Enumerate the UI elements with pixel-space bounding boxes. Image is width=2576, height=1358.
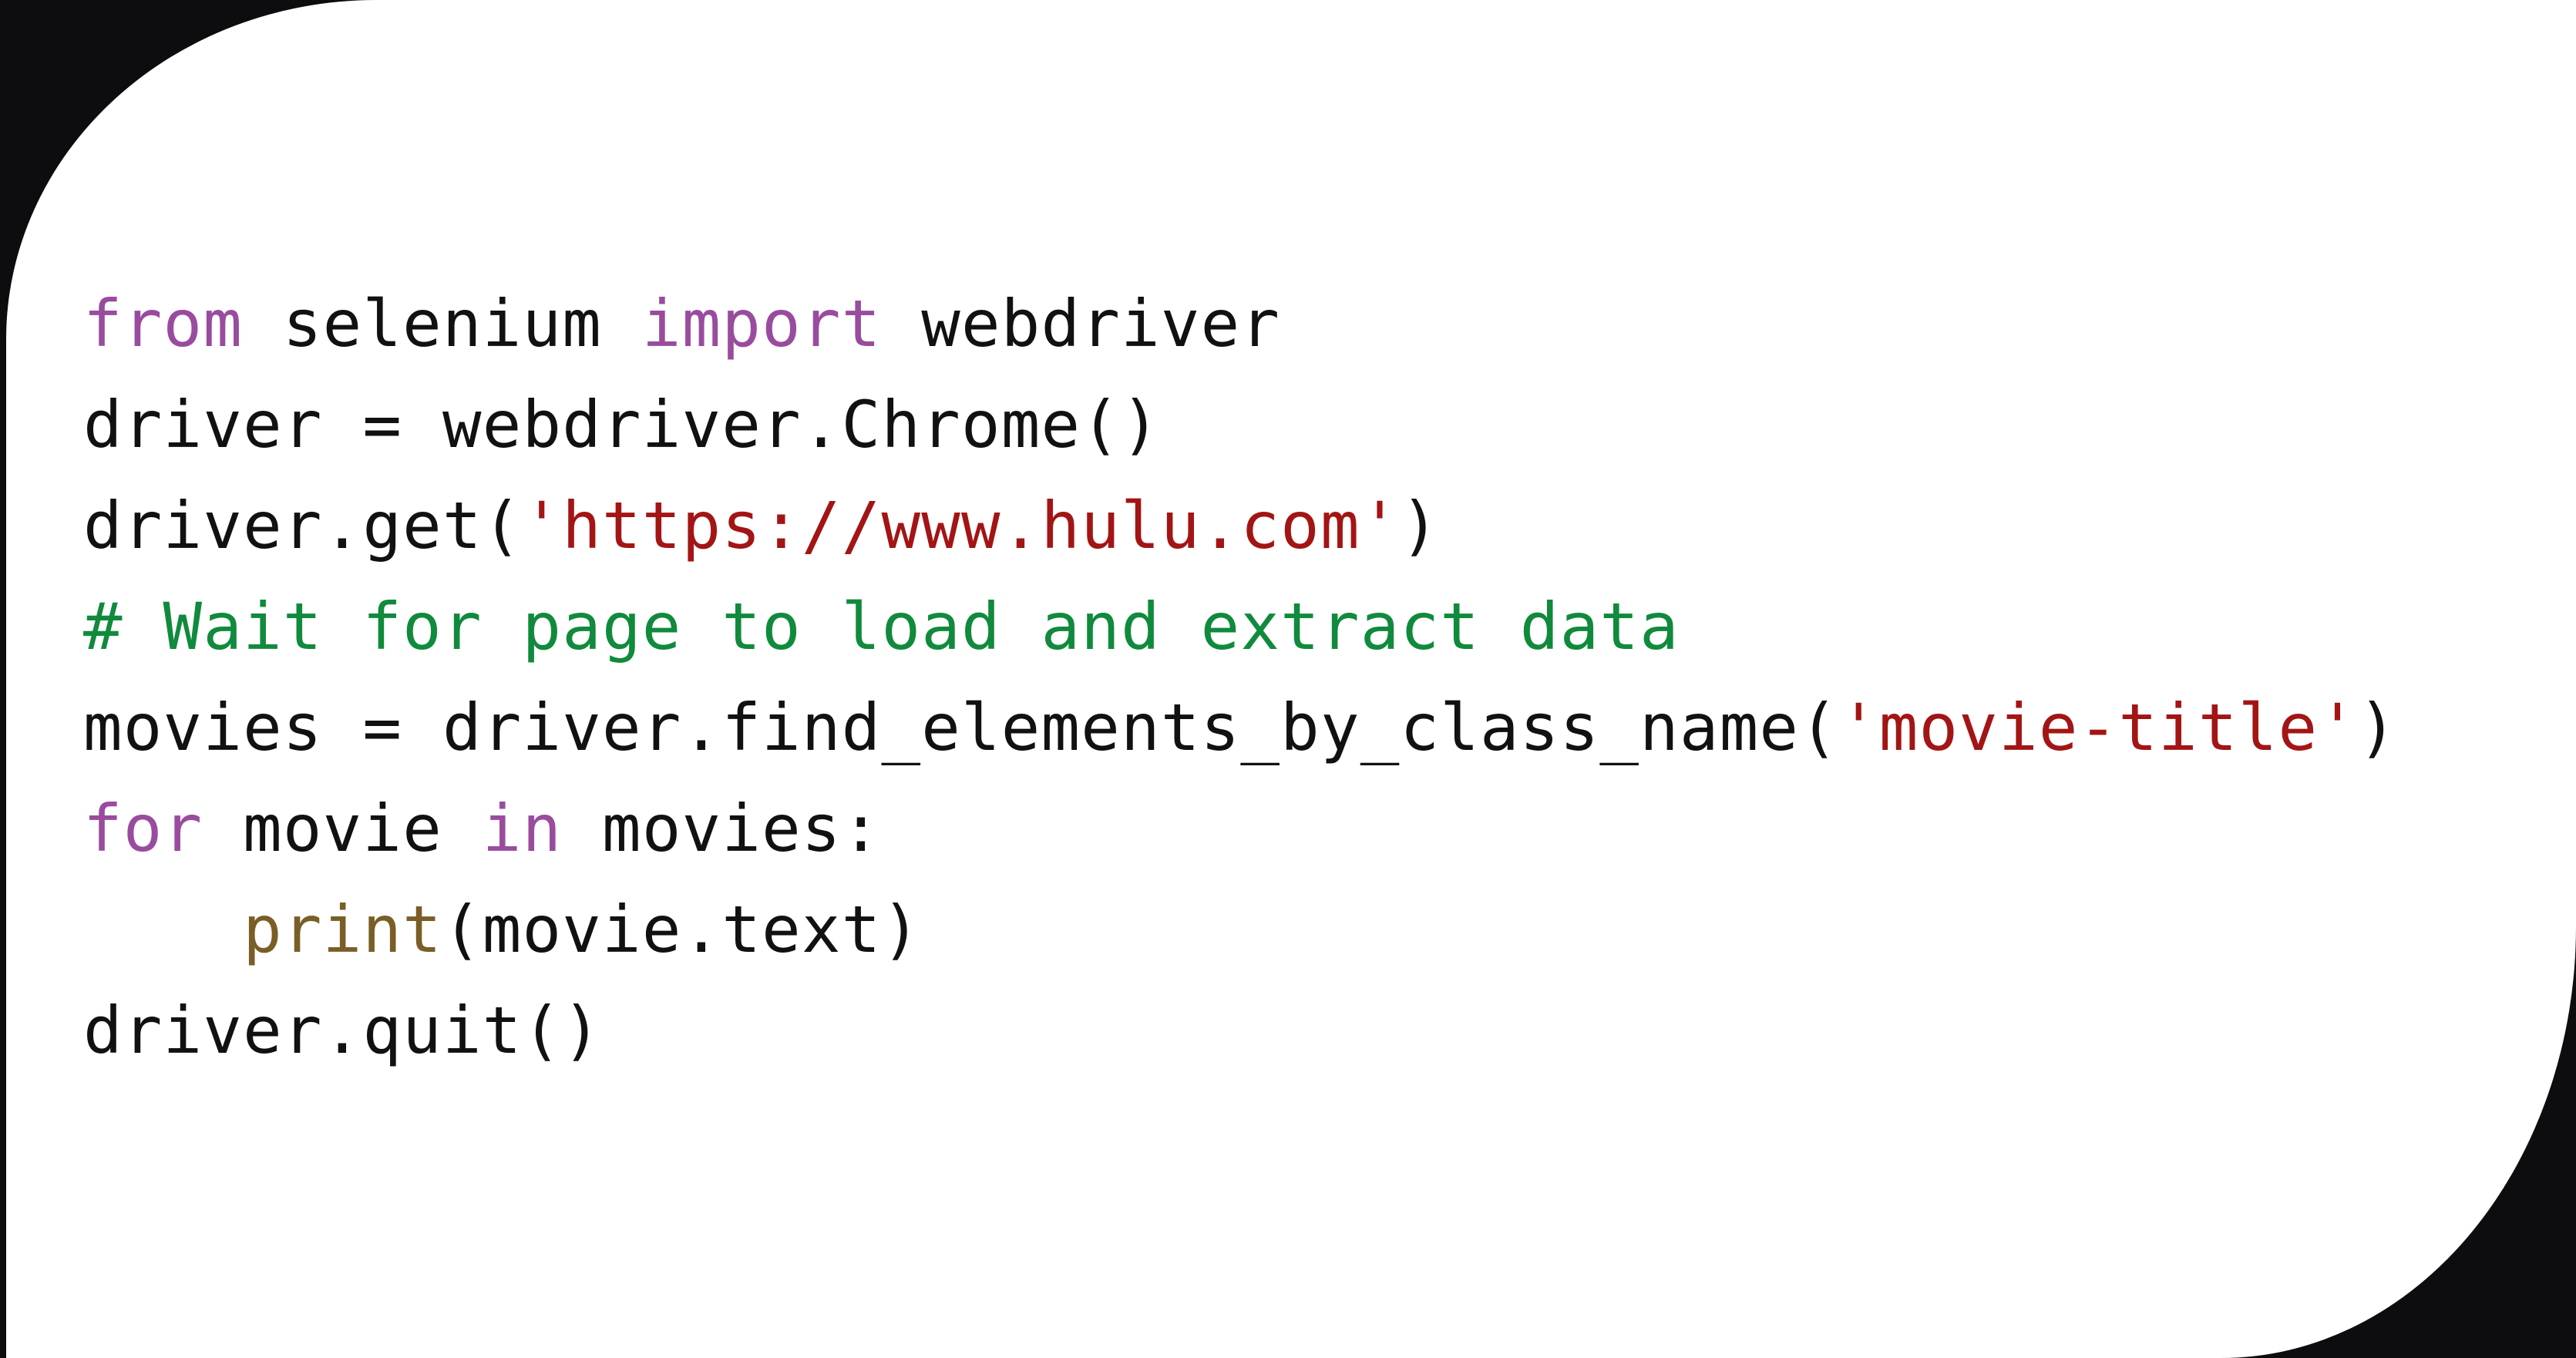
code-line: driver.quit() <box>83 980 2398 1081</box>
code-line: driver = webdriver.Chrome() <box>83 375 2398 476</box>
token-comment: # Wait for page to load and extract data <box>83 589 1680 664</box>
code-line: # Wait for page to load and extract data <box>83 576 2398 677</box>
code-card: from selenium import webdriver driver = w… <box>6 0 2576 1358</box>
token-code-text: selenium <box>243 286 642 361</box>
code-line: from selenium import webdriver <box>83 274 2398 375</box>
token-code-text: webdriver <box>881 286 1281 361</box>
token-code-text: driver = webdriver.Chrome() <box>83 387 1161 462</box>
code-block: from selenium import webdriver driver = w… <box>83 274 2398 1081</box>
token-builtin-function: print <box>243 892 442 967</box>
token-code-text: movie <box>203 791 483 866</box>
token-code-text: ) <box>1400 488 1441 563</box>
token-keyword: in <box>482 791 563 866</box>
token-code-text: ) <box>2358 690 2398 765</box>
token-keyword: for <box>83 791 203 866</box>
token-code-text: (movie.text) <box>442 892 922 967</box>
token-code-text: movies = driver.find_elements_by_class_n… <box>83 690 1839 765</box>
token-string-literal: 'movie-title' <box>1838 690 2359 765</box>
token-code-text: driver.quit() <box>83 993 603 1068</box>
token-keyword: from <box>83 286 244 361</box>
code-line: for movie in movies: <box>83 778 2398 879</box>
code-line: driver.get('https://www.hulu.com') <box>83 476 2398 576</box>
token-keyword: import <box>641 286 882 361</box>
code-line: print(movie.text) <box>83 879 2398 980</box>
token-code-text: driver.get( <box>83 488 523 563</box>
token-string-literal: 'https://www.hulu.com' <box>522 488 1401 563</box>
token-code-text: movies: <box>562 791 882 866</box>
code-line: movies = driver.find_elements_by_class_n… <box>83 677 2398 778</box>
token-code-text <box>83 892 243 967</box>
